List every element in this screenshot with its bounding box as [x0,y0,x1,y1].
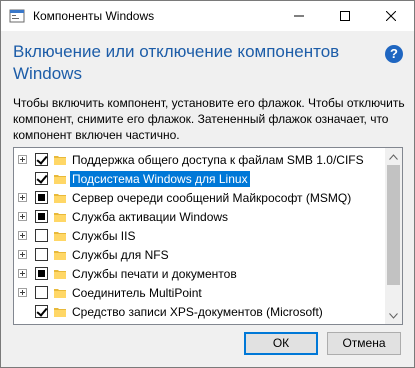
feature-checkbox[interactable] [35,172,48,185]
close-icon [386,11,396,21]
folder-icon [54,251,66,260]
feature-row[interactable]: Соединитель MultiPoint [14,284,384,303]
dialog-heading: Включение или отключение компонентов Win… [13,42,340,83]
feature-row[interactable]: Службы IIS [14,227,384,246]
feature-label: Средство записи XPS-документов (Microsof… [72,305,323,319]
feature-checkbox[interactable] [35,229,48,242]
window-app-icon [9,9,25,23]
title-bar[interactable]: Компоненты Windows [1,1,414,31]
scroll-down-button[interactable] [385,307,402,324]
feature-label: Сервер очереди сообщений Майкрософт (MSM… [72,191,352,205]
feature-checkbox[interactable] [35,267,48,280]
scrollbar-thumb[interactable] [387,165,400,285]
ok-button[interactable]: ОК [244,332,318,355]
expand-plus-icon[interactable] [18,155,27,164]
expand-plus-icon[interactable] [18,231,27,240]
feature-label: Подсистема Windows для Linux [70,171,250,187]
folder-icon [54,213,66,222]
expand-plus-icon[interactable] [18,250,27,259]
feature-row[interactable]: Средство записи XPS-документов (Microsof… [14,303,384,322]
feature-checkbox[interactable] [35,305,48,318]
folder-icon [54,232,66,241]
feature-label: Служба активации Windows [72,210,229,224]
folder-icon [54,270,66,279]
expand-plus-icon[interactable] [18,288,27,297]
maximize-icon [340,11,350,21]
expand-plus-icon[interactable] [18,193,27,202]
feature-checkbox[interactable] [35,153,48,166]
folder-icon [54,194,66,203]
features-tree[interactable]: Поддержка общего доступа к файлам SMB 1.… [13,147,403,325]
folder-icon [54,308,66,317]
folder-icon [54,175,66,184]
window: Компоненты Windows Включение или отключе… [0,0,415,368]
feature-row[interactable]: Поддержка общего доступа к файлам SMB 1.… [14,151,384,170]
feature-checkbox[interactable] [35,191,48,204]
feature-label: Службы IIS [72,229,136,243]
instructions-text: Чтобы включить компонент, установите его… [13,96,405,142]
feature-row[interactable]: Сервер очереди сообщений Майкрософт (MSM… [14,189,384,208]
feature-label: Службы для NFS [72,248,169,262]
maximize-button[interactable] [322,1,368,31]
window-title: Компоненты Windows [33,9,155,23]
feature-row[interactable]: Подсистема Windows для Linux [14,170,384,189]
expand-plus-icon[interactable] [18,212,27,221]
folder-icon [54,156,66,165]
vertical-scrollbar[interactable] [385,148,402,324]
feature-checkbox[interactable] [35,248,48,261]
feature-checkbox[interactable] [35,286,48,299]
minimize-icon [294,15,304,17]
feature-label: Службы печати и документов [72,267,237,281]
feature-row[interactable]: Служба активации Windows [14,208,384,227]
feature-label: Поддержка общего доступа к файлам SMB 1.… [72,153,364,167]
feature-row[interactable]: Службы для NFS [14,246,384,265]
scroll-up-button[interactable] [385,148,402,165]
feature-checkbox[interactable] [35,210,48,223]
feature-label: Соединитель MultiPoint [72,286,202,300]
cancel-button[interactable]: Отмена [327,332,401,355]
folder-icon [54,289,66,298]
chevron-up-icon [389,153,398,160]
feature-row[interactable]: Службы печати и документов [14,265,384,284]
expand-plus-icon[interactable] [18,269,27,278]
help-icon[interactable]: ? [385,45,403,63]
minimize-button[interactable] [276,1,322,31]
close-button[interactable] [368,1,414,31]
chevron-down-icon [389,312,398,319]
